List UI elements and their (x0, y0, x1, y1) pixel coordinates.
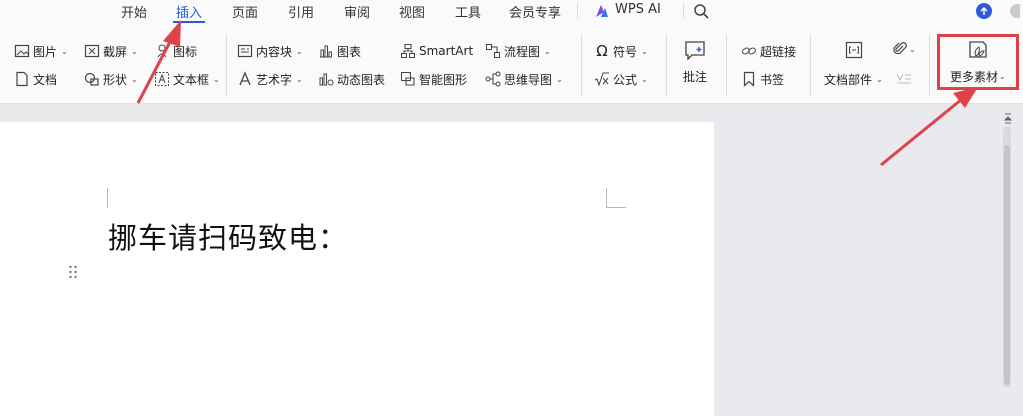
annotation-arrows (136, 20, 978, 167)
arrow-to-insert-tab (136, 20, 181, 104)
arrow-to-more-materials (880, 87, 978, 167)
